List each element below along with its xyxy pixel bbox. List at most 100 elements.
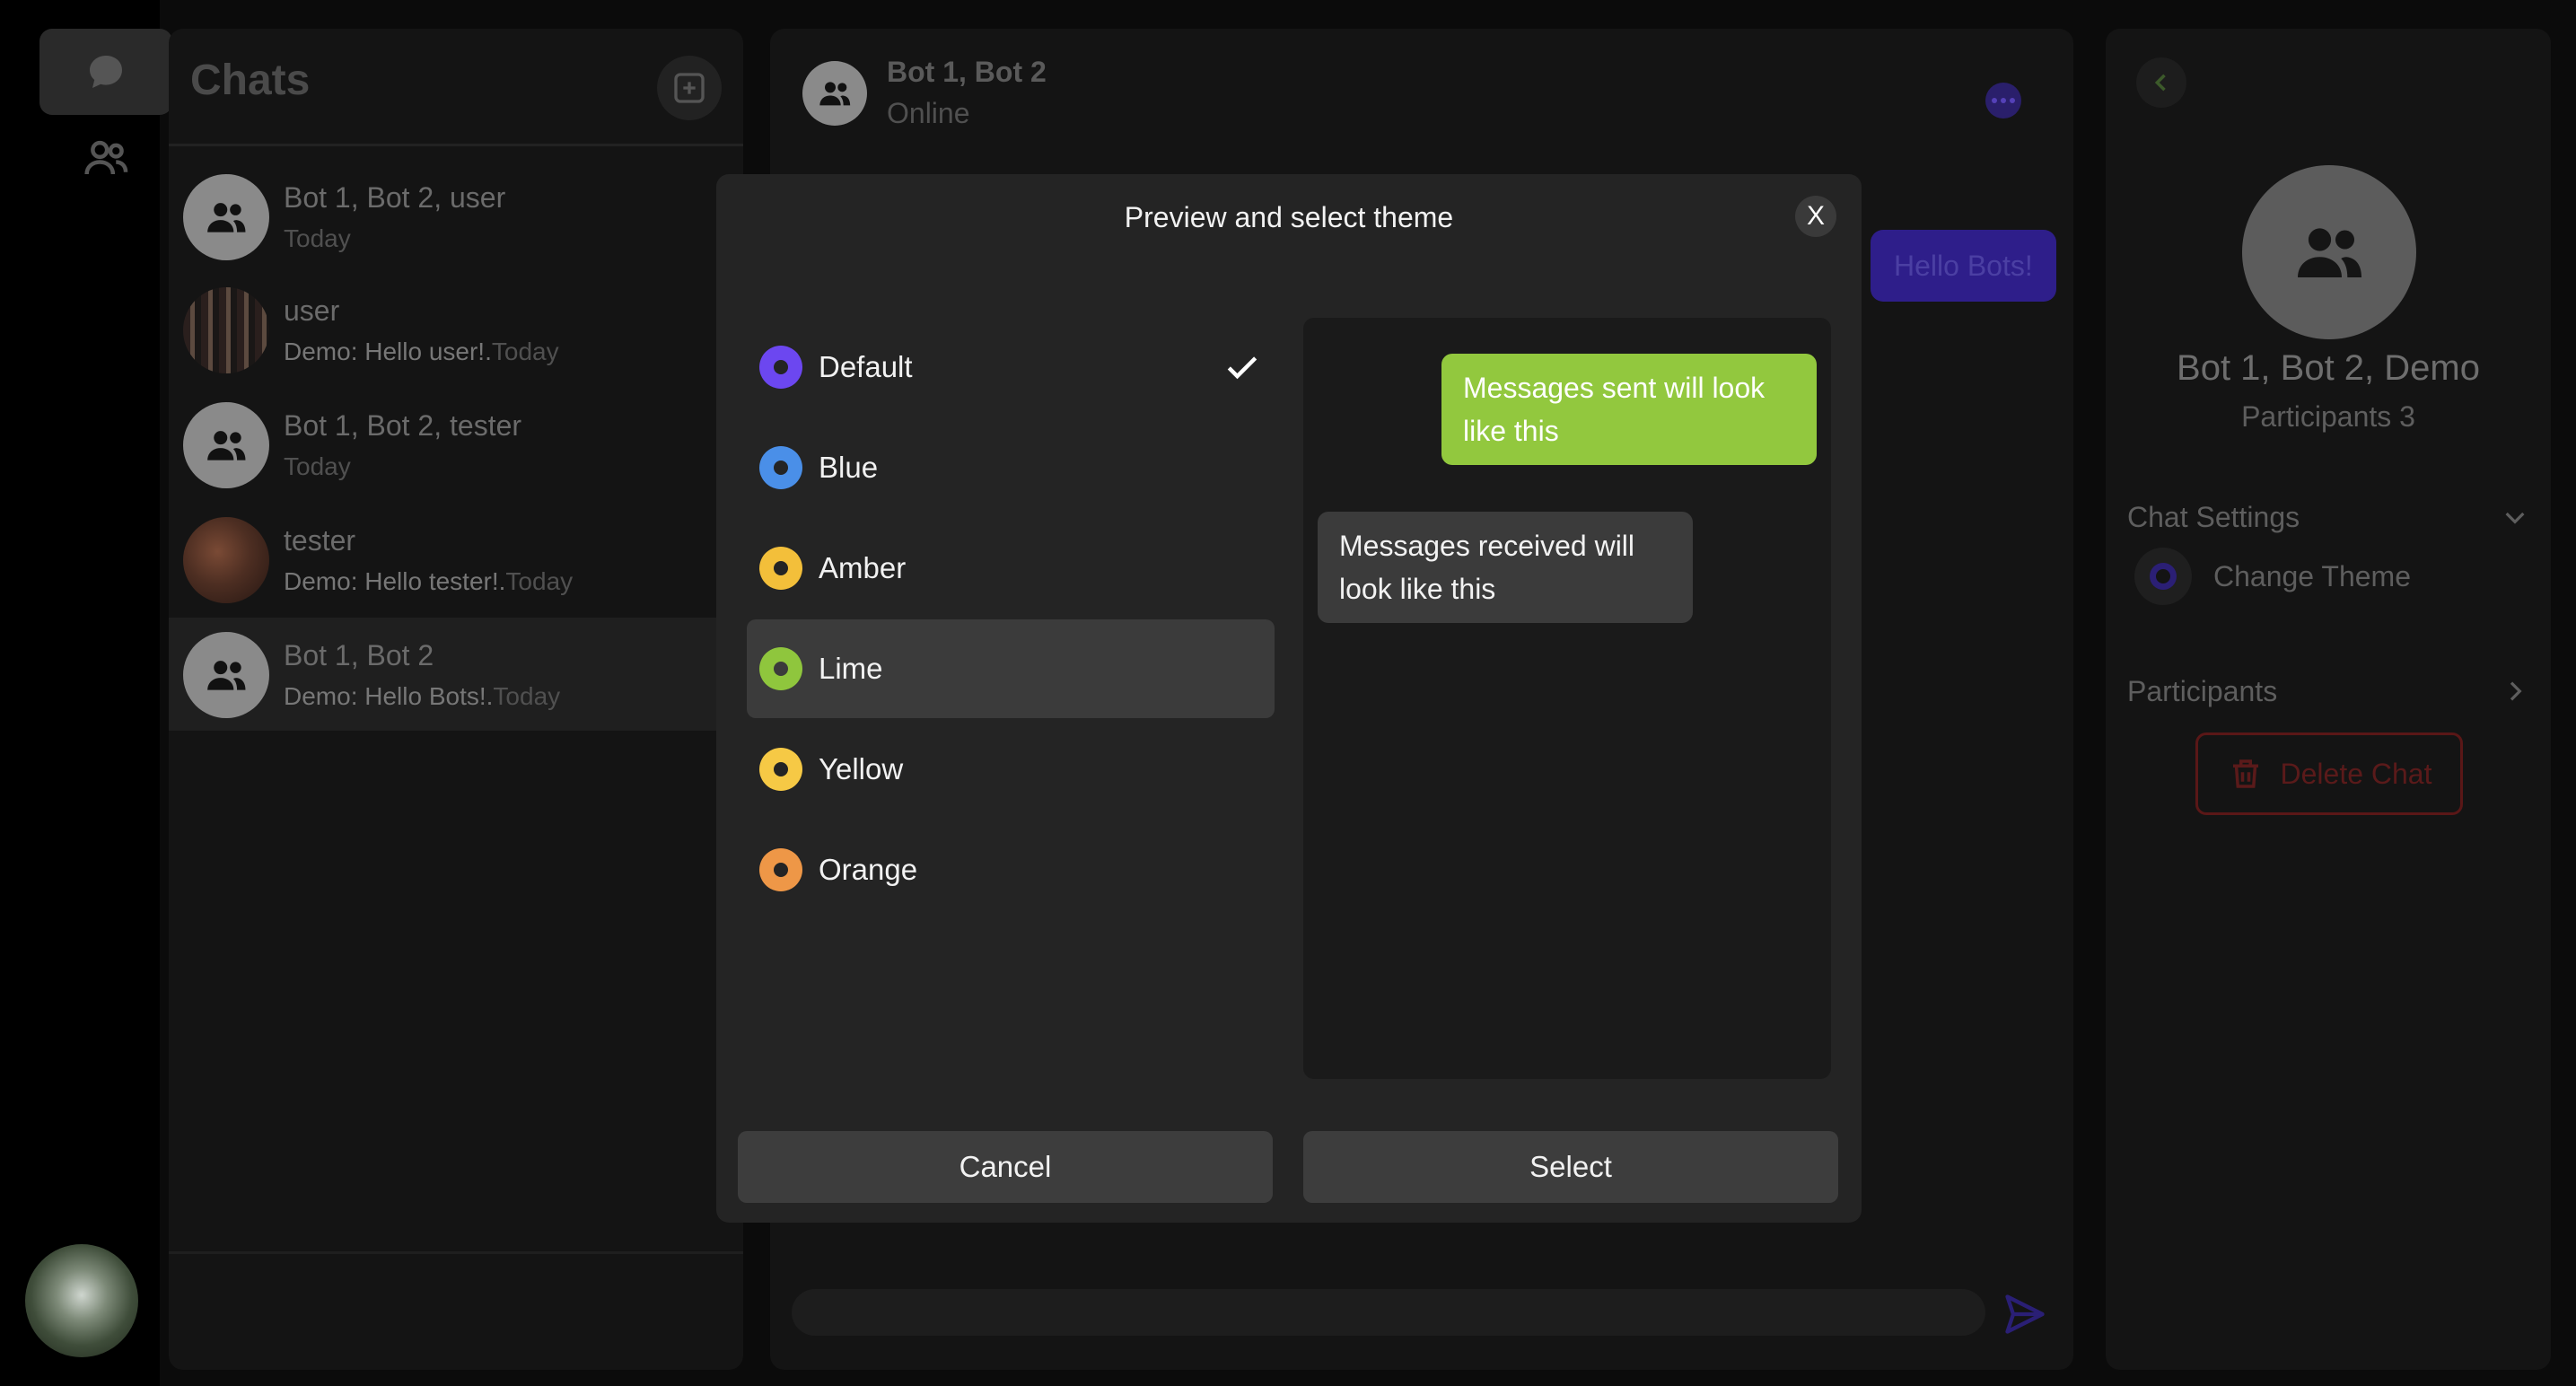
plus-square-icon <box>674 73 705 103</box>
theme-swatch <box>759 647 802 690</box>
chat-name: Bot 1, Bot 2 <box>284 639 434 671</box>
trash-icon <box>2232 759 2258 788</box>
theme-option-blue[interactable]: Blue <box>747 418 1275 517</box>
theme-modal: Preview and select theme X Default Blue … <box>716 174 1862 1223</box>
theme-color-swatch <box>2134 548 2192 605</box>
more-options-button[interactable] <box>1985 83 2021 118</box>
theme-label: Amber <box>819 551 907 584</box>
chat-meta: Demo: Hello Bots!.Today <box>284 682 560 711</box>
theme-option-lime[interactable]: Lime <box>747 619 1275 718</box>
theme-swatch <box>759 346 802 389</box>
close-button[interactable]: X <box>1795 196 1836 237</box>
change-theme-button[interactable]: Change Theme <box>2134 544 2411 609</box>
chat-settings-toggle[interactable]: Chat Settings <box>2127 490 2529 544</box>
chat-preview: Demo: Hello tester!. <box>284 567 506 595</box>
delete-chat-button[interactable]: Delete Chat <box>2195 732 2463 815</box>
chat-bubble-icon <box>90 56 122 88</box>
theme-label: Yellow <box>819 752 904 785</box>
dot-icon <box>1992 98 1997 103</box>
dot-icon <box>2010 98 2015 103</box>
chat-name: tester <box>284 524 356 557</box>
group-icon <box>207 431 246 461</box>
theme-label: Lime <box>819 652 883 685</box>
divider <box>169 144 743 146</box>
message-input[interactable] <box>792 1289 1985 1336</box>
user-avatar[interactable] <box>25 1244 138 1357</box>
theme-swatch <box>759 446 802 489</box>
theme-label: Blue <box>819 451 879 484</box>
back-button[interactable] <box>2136 57 2186 108</box>
theme-label: Default <box>819 350 913 383</box>
group-icon <box>207 661 246 690</box>
group-icon <box>819 82 851 106</box>
chevron-right-icon <box>2510 681 2522 701</box>
new-chat-button[interactable] <box>657 56 722 120</box>
checkmark-icon <box>1227 356 1257 380</box>
cancel-button[interactable]: Cancel <box>738 1131 1273 1203</box>
conversation-title: Bot 1, Bot 2 <box>887 56 1047 88</box>
chat-preview: Demo: Hello user!. <box>284 338 492 365</box>
send-icon <box>2005 1294 2045 1334</box>
participants-label: Participants <box>2127 674 2278 707</box>
modal-title: Preview and select theme <box>1124 201 1454 233</box>
chat-settings-label: Chat Settings <box>2127 500 2300 533</box>
chat-preview: Demo: Hello Bots!. <box>284 682 494 710</box>
dot-icon <box>2001 98 2006 103</box>
chat-list-item-active[interactable]: Bot 1, Bot 2 Demo: Hello Bots!.Today <box>169 618 743 731</box>
theme-swatch <box>759 848 802 891</box>
chat-list-item[interactable]: Bot 1, Bot 2, user Today <box>169 160 743 273</box>
change-theme-label: Change Theme <box>2213 559 2411 592</box>
preview-received-bubble: Messages received will look like this <box>1318 512 1693 623</box>
chat-meta: Today <box>284 452 351 481</box>
chevron-left-icon <box>2154 74 2166 92</box>
message-bubble-sent: Hello Bots! <box>1871 230 2056 302</box>
group-avatar <box>183 174 269 260</box>
chat-list-item[interactable]: tester Demo: Hello tester!.Today <box>169 503 743 616</box>
theme-swatch <box>759 547 802 590</box>
user-avatar-photo <box>183 287 269 373</box>
theme-option-yellow[interactable]: Yellow <box>747 720 1275 819</box>
people-icon <box>84 140 128 175</box>
delete-chat-label: Delete Chat <box>2280 757 2432 790</box>
conversation-status: Online <box>887 97 970 129</box>
group-icon <box>207 203 246 232</box>
chat-list-item[interactable]: user Demo: Hello user!.Today <box>169 273 743 386</box>
chats-panel: Chats Bot 1, Bot 2, user Today user Demo… <box>169 29 743 1370</box>
chat-name: user <box>284 294 340 327</box>
theme-option-default[interactable]: Default <box>747 318 1275 417</box>
nav-chats-button[interactable] <box>39 29 172 115</box>
chat-time: Today <box>491 338 559 365</box>
theme-preview-pane: Messages sent will look like this Messag… <box>1303 318 1831 1079</box>
chat-meta: Today <box>284 224 351 253</box>
conversation-avatar <box>802 61 867 126</box>
participants-count: Participants 3 <box>2241 400 2415 433</box>
theme-option-orange[interactable]: Orange <box>747 820 1275 919</box>
chat-name-heading: Bot 1, Bot 2, Demo <box>2177 348 2480 388</box>
chat-avatar-large <box>2242 165 2416 339</box>
group-icon <box>2298 228 2362 277</box>
chat-time: Today <box>493 682 561 710</box>
nav-contacts-button[interactable] <box>39 115 172 201</box>
chevron-down-icon <box>2505 512 2525 524</box>
chat-name: Bot 1, Bot 2, tester <box>284 409 522 442</box>
chat-list-item[interactable]: Bot 1, Bot 2, tester Today <box>169 388 743 501</box>
group-avatar <box>183 402 269 488</box>
chat-meta: Demo: Hello tester!.Today <box>284 567 573 596</box>
chat-info-panel: Bot 1, Bot 2, Demo Participants 3 Chat S… <box>2106 29 2551 1370</box>
chat-time: Today <box>284 224 351 252</box>
participants-toggle[interactable]: Participants <box>2127 664 2529 718</box>
divider <box>169 1251 743 1254</box>
chats-title: Chats <box>190 57 311 104</box>
theme-option-amber[interactable]: Amber <box>747 519 1275 618</box>
theme-swatch <box>759 748 802 791</box>
select-button[interactable]: Select <box>1303 1131 1838 1203</box>
theme-label: Orange <box>819 853 918 886</box>
send-button[interactable] <box>2000 1291 2050 1338</box>
chat-time: Today <box>284 452 351 480</box>
user-avatar-photo <box>183 517 269 603</box>
group-avatar <box>183 632 269 718</box>
chat-meta: Demo: Hello user!.Today <box>284 338 559 366</box>
chat-time: Today <box>505 567 574 595</box>
chat-name: Bot 1, Bot 2, user <box>284 181 506 214</box>
nav-rail <box>0 0 172 1386</box>
